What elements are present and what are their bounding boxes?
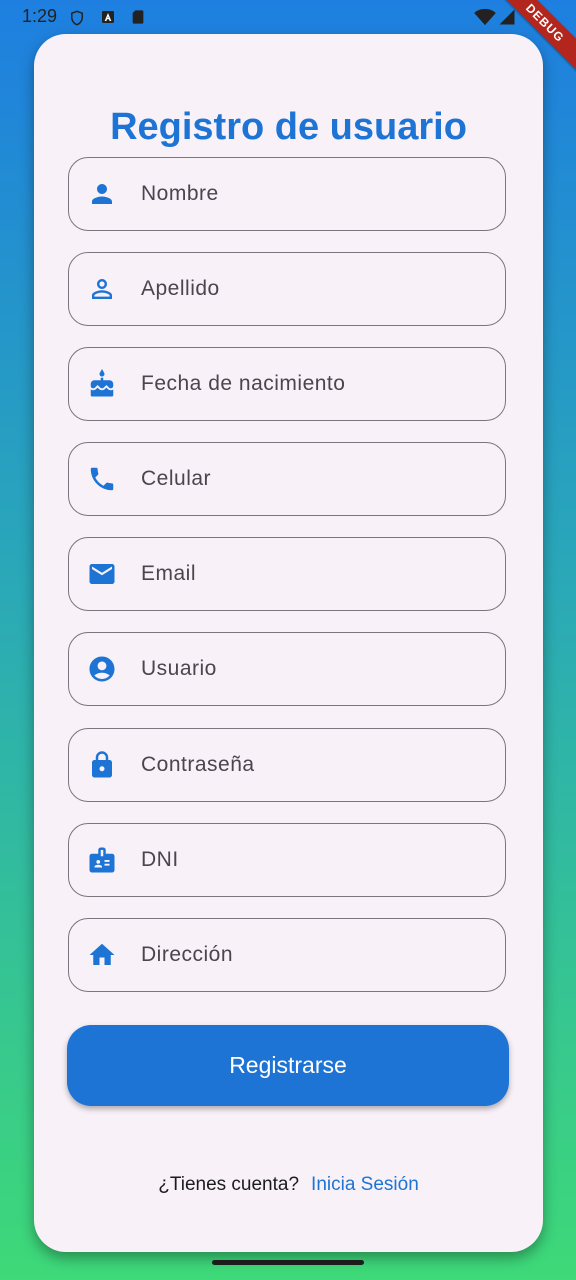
field-label: Fecha de nacimiento: [141, 372, 346, 395]
page-title: Registro de usuario: [110, 106, 467, 148]
field-label: Apellido: [141, 277, 220, 300]
wifi-icon: [474, 8, 496, 31]
person-outline-icon: [87, 274, 117, 304]
email-field[interactable]: Email: [68, 537, 506, 611]
shield-icon: [68, 8, 86, 33]
account-circle-icon: [87, 654, 117, 684]
cake-icon: [87, 369, 117, 399]
field-label: Contraseña: [141, 753, 255, 776]
usuario-field[interactable]: Usuario: [68, 632, 506, 706]
field-label: Nombre: [141, 182, 219, 205]
field-label: Email: [141, 562, 197, 585]
direccion-field[interactable]: Dirección: [68, 918, 506, 992]
home-indicator[interactable]: [212, 1260, 364, 1265]
person-icon: [87, 179, 117, 209]
fecha-nacimiento-field[interactable]: Fecha de nacimiento: [68, 347, 506, 421]
field-label: DNI: [141, 848, 179, 871]
sd-card-icon: [130, 8, 146, 31]
nombre-field[interactable]: Nombre: [68, 157, 506, 231]
register-button[interactable]: Registrarse: [67, 1025, 509, 1106]
phone-icon: [87, 464, 117, 494]
lock-icon: [87, 750, 117, 780]
email-icon: [87, 559, 117, 589]
field-label: Celular: [141, 467, 212, 490]
registration-card: Registro de usuario Nombre Apellido Fech…: [34, 34, 543, 1252]
a-icon: [100, 8, 116, 31]
status-time: 1:29: [22, 6, 58, 26]
field-label: Dirección: [141, 943, 234, 966]
field-label: Usuario: [141, 657, 217, 680]
login-link[interactable]: Inicia Sesión: [311, 1174, 419, 1195]
home-icon: [87, 940, 117, 970]
contrasena-field[interactable]: Contraseña: [68, 728, 506, 802]
celular-field[interactable]: Celular: [68, 442, 506, 516]
apellido-field[interactable]: Apellido: [68, 252, 506, 326]
id-badge-icon: [87, 845, 117, 875]
dni-field[interactable]: DNI: [68, 823, 506, 897]
login-prompt: ¿Tienes cuenta? Inicia Sesión: [34, 1174, 543, 1196]
status-bar: 1:29 DEBUG: [0, 0, 576, 77]
signal-icon: [498, 8, 516, 31]
have-account-text: ¿Tienes cuenta?: [158, 1174, 300, 1195]
